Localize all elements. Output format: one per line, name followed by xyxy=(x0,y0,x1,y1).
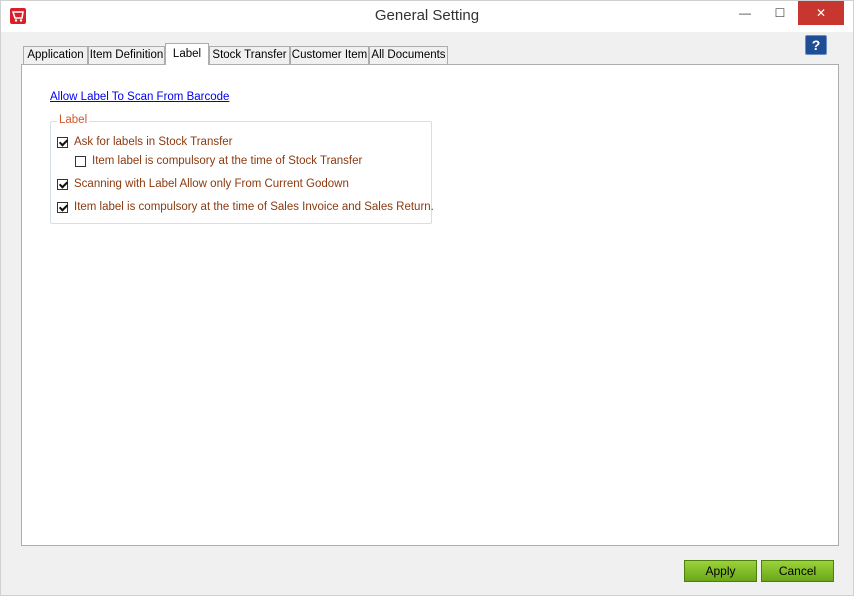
option-label: Item label is compulsory at the time of … xyxy=(92,155,363,167)
apply-button[interactable]: Apply xyxy=(684,560,757,582)
tab-application[interactable]: Application xyxy=(23,46,88,64)
tab-customer-item[interactable]: Customer Item xyxy=(290,46,369,64)
option-item-label-compulsory-sales[interactable]: Item label is compulsory at the time of … xyxy=(57,200,434,214)
checkbox-checked[interactable] xyxy=(57,201,68,213)
option-label: Ask for labels in Stock Transfer xyxy=(74,136,233,148)
checkbox-checked[interactable] xyxy=(57,136,68,148)
title-bar: General Setting — ☐ ✕ xyxy=(1,1,853,32)
minimize-button[interactable]: — xyxy=(728,1,762,25)
close-button[interactable]: ✕ xyxy=(798,1,844,25)
tab-label[interactable]: Label xyxy=(165,43,209,65)
option-scanning-current-godown[interactable]: Scanning with Label Allow only From Curr… xyxy=(57,177,349,191)
help-icon[interactable]: ? xyxy=(805,35,827,55)
checkbox-checked[interactable] xyxy=(57,178,68,190)
tab-stock-transfer[interactable]: Stock Transfer xyxy=(209,46,290,64)
general-setting-window: General Setting — ☐ ✕ ? Application Item… xyxy=(0,0,854,596)
window-title: General Setting xyxy=(374,7,480,24)
option-label: Scanning with Label Allow only From Curr… xyxy=(74,178,349,190)
option-item-label-compulsory-stock-transfer[interactable]: Item label is compulsory at the time of … xyxy=(75,154,362,168)
option-label: Item label is compulsory at the time of … xyxy=(74,201,434,213)
tab-item-definition[interactable]: Item Definition xyxy=(88,46,165,64)
label-tab-panel: Allow Label To Scan From Barcode Label A… xyxy=(21,64,839,546)
checkbox-unchecked[interactable] xyxy=(75,155,86,167)
option-ask-labels-stock-transfer[interactable]: Ask for labels in Stock Transfer xyxy=(57,135,233,149)
tab-all-documents[interactable]: All Documents xyxy=(369,46,448,64)
allow-label-scan-link[interactable]: Allow Label To Scan From Barcode xyxy=(50,91,229,103)
label-groupbox: Label Ask for labels in Stock Transfer I… xyxy=(50,114,434,224)
maximize-button[interactable]: ☐ xyxy=(763,1,797,25)
group-title: Label xyxy=(57,114,90,126)
cancel-button[interactable]: Cancel xyxy=(761,560,834,582)
